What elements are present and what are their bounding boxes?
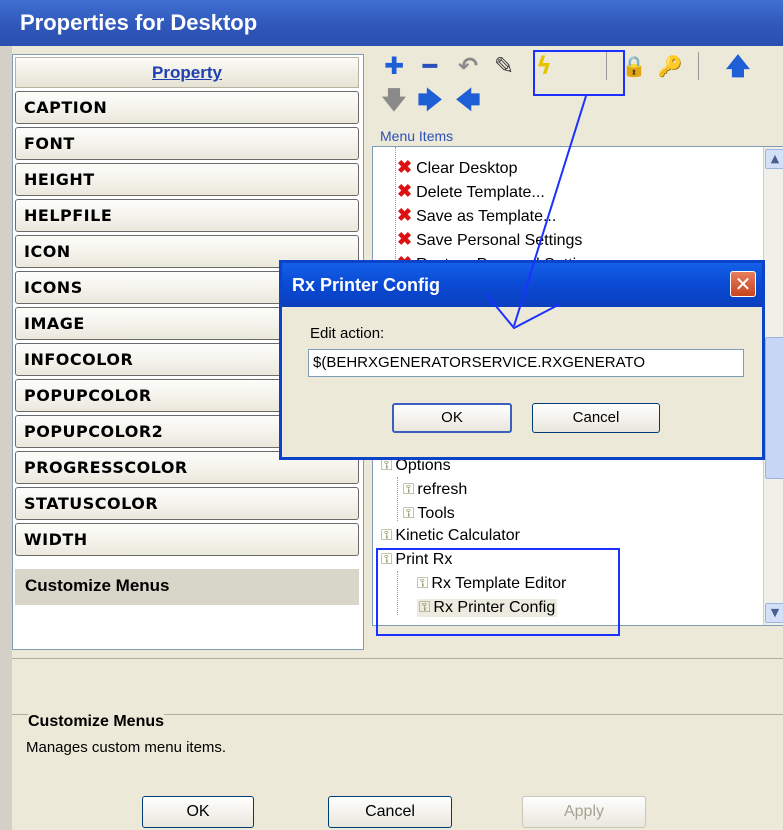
annotation-arrow bbox=[485, 95, 587, 330]
